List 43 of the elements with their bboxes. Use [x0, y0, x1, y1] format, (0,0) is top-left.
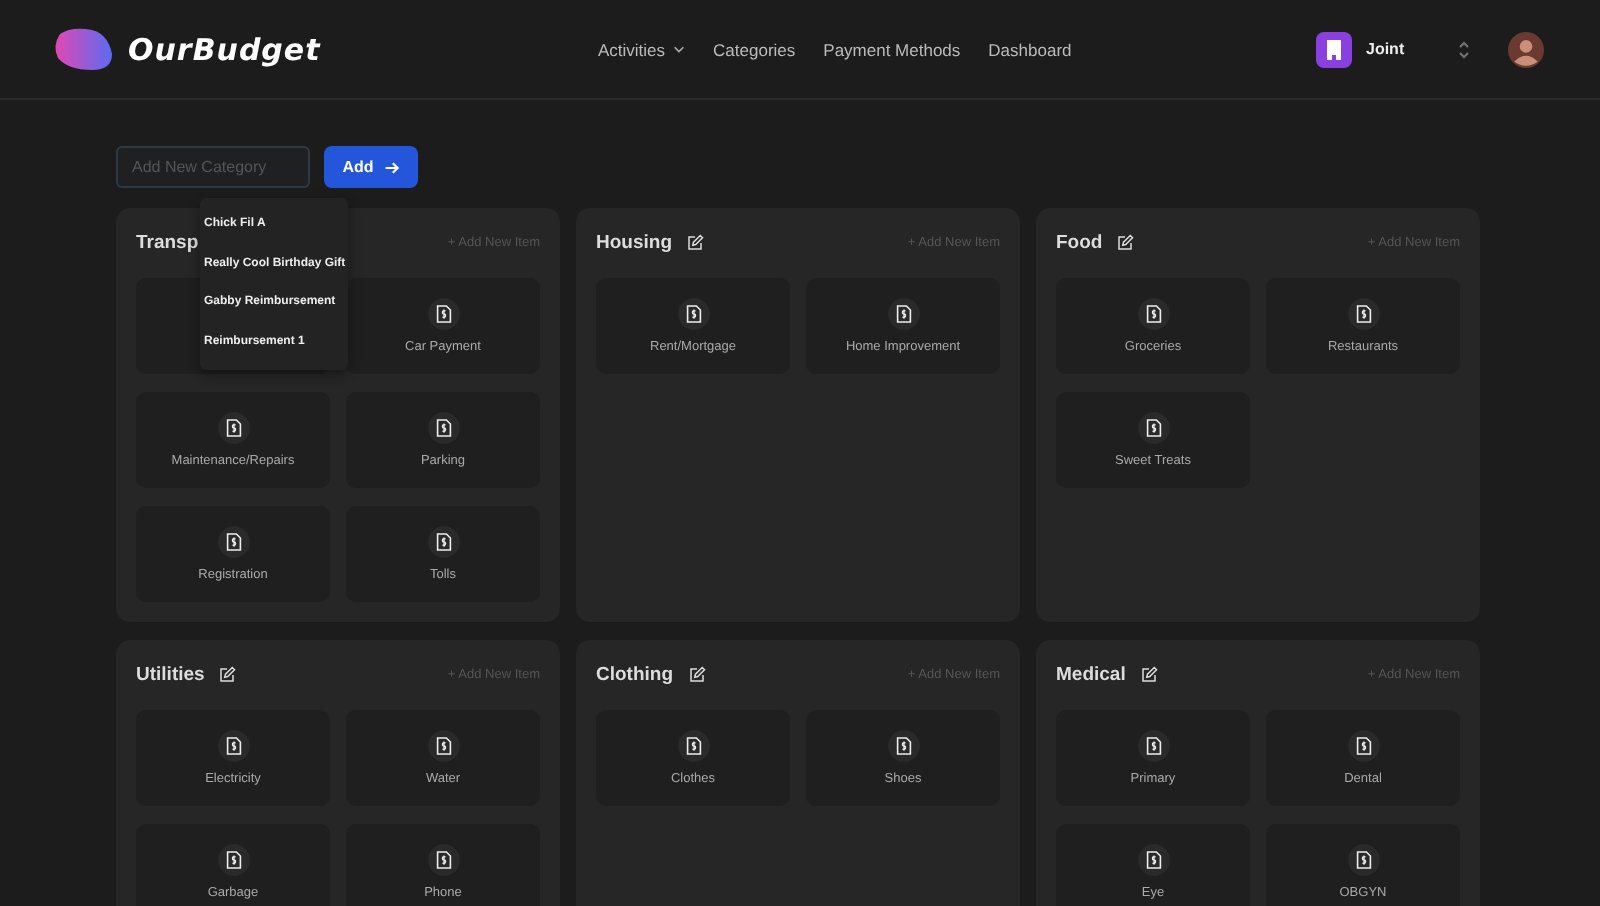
invoice-icon — [225, 532, 241, 552]
invoice-icon — [225, 736, 241, 756]
invoice-icon — [1145, 304, 1161, 324]
invoice-icon — [1355, 736, 1371, 756]
edit-icon[interactable] — [686, 233, 704, 251]
edit-icon[interactable] — [1139, 665, 1158, 683]
invoice-icon — [435, 418, 451, 438]
category-title: Utilities — [136, 663, 205, 685]
logo-icon — [52, 25, 116, 73]
chevron-up-down-icon[interactable] — [1456, 37, 1472, 61]
invoice-icon — [1355, 304, 1371, 324]
invoice-icon — [1145, 736, 1161, 756]
account-name: Joint — [1366, 40, 1407, 58]
edit-icon[interactable] — [1116, 233, 1135, 251]
nav-link[interactable]: Dashboard — [988, 39, 1072, 59]
building-icon — [1316, 31, 1352, 67]
nav-link[interactable]: Activities — [598, 39, 686, 59]
edit-icon[interactable] — [687, 665, 706, 683]
avatar-icon[interactable] — [1508, 31, 1544, 67]
invoice-icon — [435, 304, 451, 324]
invoice-icon — [225, 850, 241, 870]
invoice-icon — [225, 418, 241, 438]
category-title: Clothing — [596, 663, 674, 685]
invoice-icon — [435, 532, 451, 552]
edit-icon[interactable] — [218, 665, 237, 683]
add-button[interactable]: Add — [324, 146, 418, 188]
invoice-icon — [435, 736, 451, 756]
brand-name[interactable]: OurBudget — [128, 31, 321, 67]
category-title: Housing — [596, 231, 672, 253]
invoice-icon — [1355, 850, 1371, 870]
nav-link[interactable]: Payment Methods — [823, 39, 961, 59]
invoice-icon — [435, 850, 451, 870]
category-title: Food — [1056, 231, 1103, 253]
invoice-icon — [1145, 850, 1161, 870]
nav-link[interactable]: Categories — [713, 39, 796, 59]
invoice-icon — [1145, 418, 1161, 438]
category-title: Medical — [1056, 663, 1126, 685]
invoice-icon — [685, 304, 701, 324]
arrow-right-icon — [383, 159, 400, 175]
invoice-icon — [895, 736, 911, 756]
category-title: Transp — [136, 231, 199, 253]
invoice-icon — [895, 304, 911, 324]
invoice-icon — [685, 736, 701, 756]
